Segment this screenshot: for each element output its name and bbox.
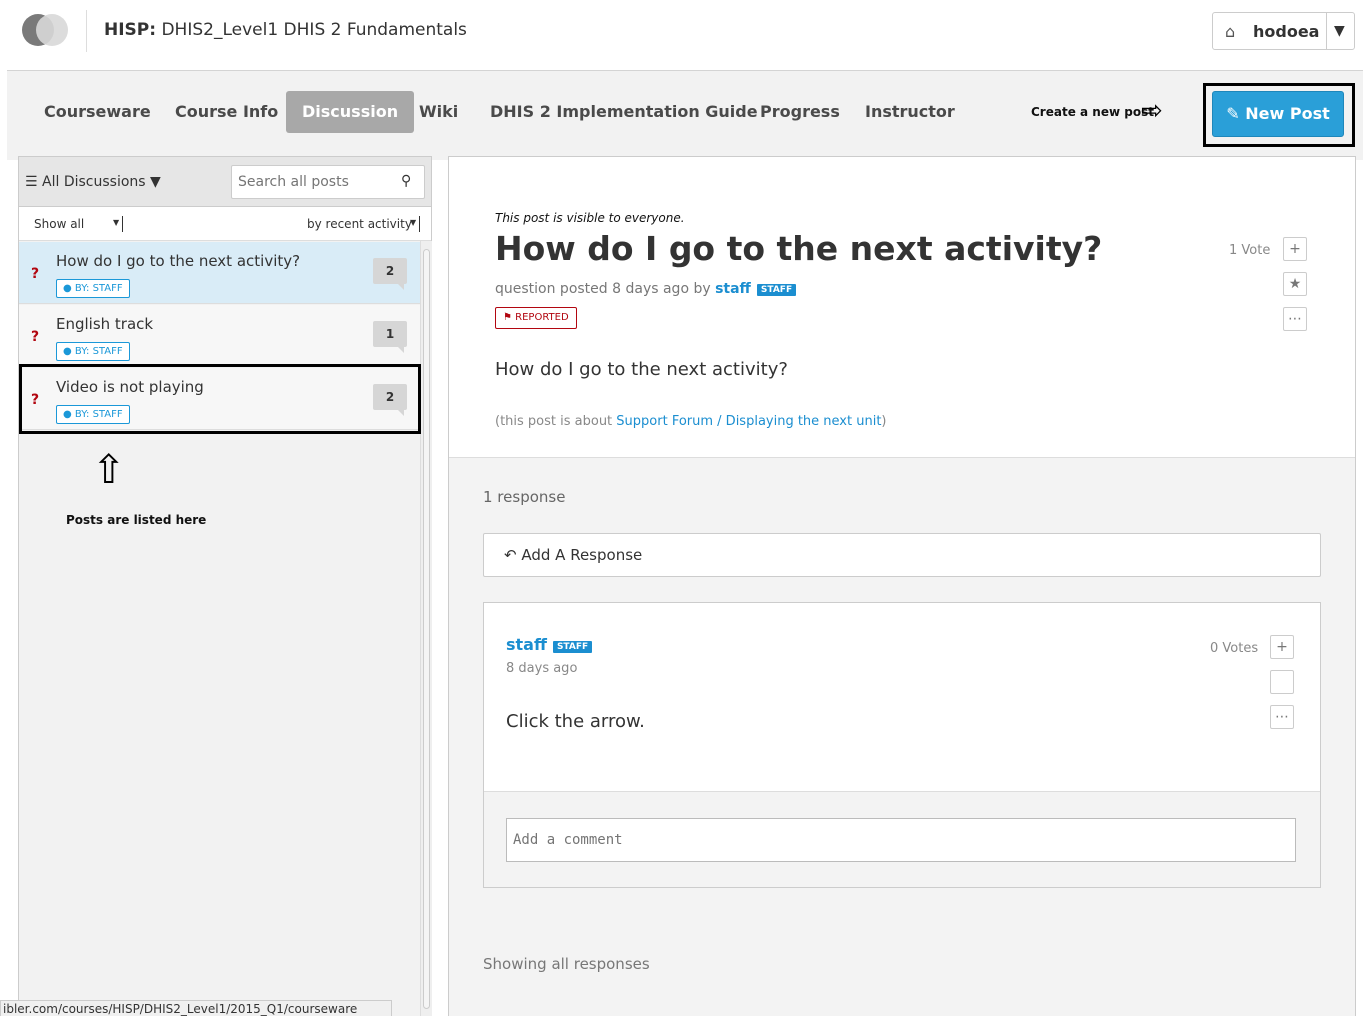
user-icon: ● (63, 346, 72, 357)
user-icon: ● (63, 283, 72, 294)
tab-implementation-guide[interactable]: DHIS 2 Implementation Guide (474, 91, 774, 133)
add-response-label: Add A Response (521, 546, 643, 564)
plus-icon: + (1276, 639, 1288, 655)
more-icon: ⋯ (1275, 709, 1289, 725)
sort-select[interactable]: by recent activity (307, 217, 412, 231)
caret-down-icon[interactable]: ▼ (1334, 23, 1345, 39)
course-name: DHIS2_Level1 DHIS 2 Fundamentals (156, 20, 467, 40)
comment-section (484, 791, 1320, 887)
response-author-link[interactable]: staff (506, 635, 547, 654)
post-title: English track (56, 315, 154, 333)
post-topic: (this post is about Support Forum / Disp… (495, 414, 887, 429)
reported-label: REPORTED (515, 312, 569, 323)
list-item[interactable]: ? How do I go to the next activity? ● BY… (19, 242, 421, 304)
response-count: 1 response (483, 488, 566, 506)
vote-count: 1 Vote (1229, 243, 1271, 258)
question-icon: ? (31, 329, 40, 345)
response-author: staff STAFF (506, 635, 593, 654)
response-time: 8 days ago (506, 661, 578, 676)
sort-dropdown-icon[interactable]: ▼ (410, 216, 420, 232)
plus-icon: + (1289, 241, 1301, 257)
post-topic-prefix: (this post is about (495, 414, 617, 429)
new-post-label: New Post (1245, 104, 1330, 123)
visibility-note: This post is visible to everyone. (495, 211, 685, 225)
edit-icon: ✎ (1226, 104, 1240, 123)
vote-button[interactable]: + (1283, 237, 1307, 261)
follow-button[interactable]: ★ (1283, 272, 1307, 296)
post-heading: How do I go to the next activity? (495, 229, 1103, 268)
course-org: HISP: (104, 20, 157, 40)
flag-icon: ⚑ (503, 312, 512, 323)
show-filter[interactable]: Show all (34, 217, 84, 231)
author-badge-label: BY: STAFF (74, 283, 123, 294)
tab-discussion[interactable]: Discussion (286, 91, 415, 133)
user-menu[interactable]: ⌂ hodoea ▼ (1212, 12, 1355, 50)
course-title: HISP: DHIS2_Level1 DHIS 2 Fundamentals (104, 20, 467, 40)
response-vote-button[interactable]: + (1270, 635, 1294, 659)
list-item[interactable]: ? English track ● BY: STAFF 1 (19, 305, 421, 367)
endorse-button[interactable] (1270, 670, 1294, 694)
header: HISP: DHIS2_Level1 DHIS 2 Fundamentals ⌂… (0, 0, 1363, 62)
username[interactable]: hodoea (1253, 22, 1319, 41)
course-nav: Courseware Course Info Discussion Wiki D… (7, 70, 1363, 160)
tab-instructor[interactable]: Instructor (849, 91, 971, 133)
more-icon: ⋯ (1288, 311, 1302, 327)
tab-course-info[interactable]: Course Info (159, 91, 294, 133)
showing-all-responses: Showing all responses (483, 955, 650, 973)
user-menu-divider (1326, 13, 1327, 49)
highlight-frame (19, 364, 421, 434)
header-divider (86, 10, 87, 52)
author-badge: ● BY: STAFF (56, 342, 130, 361)
posts-annotation: Posts are listed here (66, 513, 207, 527)
sidebar-scrollbar[interactable] (420, 241, 432, 1016)
response-vote-count: 0 Votes (1210, 641, 1259, 656)
comment-count-badge: 2 (373, 258, 407, 290)
sidebar-filter-bar: Show all ▼ by recent activity ▼ (19, 207, 431, 241)
site-logo[interactable] (20, 14, 70, 48)
author-badge: ● BY: STAFF (56, 279, 130, 298)
reply-icon: ↶ (504, 546, 517, 564)
post-author-link[interactable]: staff (715, 281, 751, 297)
staff-badge: STAFF (756, 284, 797, 296)
home-icon: ⌂ (1225, 22, 1236, 41)
post-meta: question posted 8 days ago by staff STAFF (495, 281, 797, 297)
status-url: ibler.com/courses/HISP/DHIS2_Level1/2015… (0, 1000, 392, 1016)
response-body: Click the arrow. (506, 711, 645, 732)
author-badge-label: BY: STAFF (74, 346, 123, 357)
discussion-sidebar: ☰ All Discussions ▼ ⚲ Show all ▼ by rece… (18, 156, 432, 1016)
topic-link[interactable]: Support Forum / Displaying the next unit (616, 414, 881, 429)
question-icon: ? (31, 266, 40, 282)
post-topic-suffix: ) (881, 414, 887, 429)
staff-badge: STAFF (552, 641, 593, 653)
thread-view: This post is visible to everyone. How do… (448, 156, 1356, 1016)
menu-icon: ☰ (25, 174, 38, 190)
star-icon: ★ (1288, 276, 1302, 292)
tab-wiki[interactable]: Wiki (403, 91, 474, 133)
reported-badge: ⚑ REPORTED (495, 307, 577, 329)
post-meta-text: question posted 8 days ago by (495, 281, 716, 297)
response-card: staff STAFF 8 days ago Click the arrow. 0… (483, 602, 1321, 888)
create-post-annotation: Create a new post (1031, 105, 1154, 119)
post-title: How do I go to the next activity? (56, 252, 301, 270)
scrollbar-thumb[interactable] (423, 249, 430, 1009)
tab-progress[interactable]: Progress (744, 91, 856, 133)
new-post-button[interactable]: ✎ New Post (1212, 91, 1344, 137)
sidebar-toolbar: ☰ All Discussions ▼ ⚲ (19, 157, 431, 207)
all-discussions-label: All Discussions ▼ (42, 174, 161, 190)
comment-count-badge: 1 (373, 321, 407, 353)
response-more-button[interactable]: ⋯ (1270, 705, 1294, 729)
all-discussions-menu[interactable]: ☰ All Discussions ▼ (25, 174, 161, 190)
search-input[interactable] (231, 165, 425, 199)
search-icon[interactable]: ⚲ (401, 173, 411, 189)
comment-input[interactable] (506, 818, 1296, 862)
responses-section: 1 response ↶ Add A Response staff STAFF 8… (449, 457, 1355, 1016)
add-response-button[interactable]: ↶ Add A Response (483, 533, 1321, 577)
show-filter-dropdown-icon[interactable]: ▼ (113, 216, 123, 232)
post-body: How do I go to the next activity? (495, 359, 788, 380)
more-actions-button[interactable]: ⋯ (1283, 307, 1307, 331)
up-arrow-icon: ⇧ (92, 447, 126, 493)
right-arrow-icon: ⇨ (1141, 96, 1163, 126)
tab-courseware[interactable]: Courseware (28, 91, 167, 133)
